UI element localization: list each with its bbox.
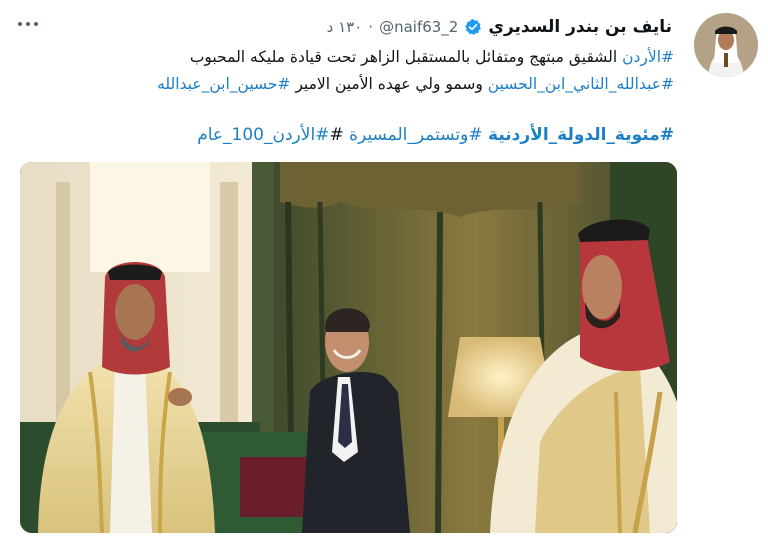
separator-dot: · xyxy=(368,18,374,36)
more-options-icon[interactable] xyxy=(16,14,40,34)
hashtag-centenary[interactable]: #مئوية_الدولة_الأردنية xyxy=(488,125,674,145)
user-handle[interactable]: @naif63_2 xyxy=(379,18,458,36)
tweet-text: الشقيق مبتهج ومتفائل بالمستقبل الزاهر تح… xyxy=(189,48,623,66)
hashtag-hussein[interactable]: #حسين_ابن_عبدالله xyxy=(157,75,290,93)
avatar[interactable] xyxy=(694,13,758,77)
tweet-header: نايف بن بندر السديري @naif63_2 · ١٣٠ د xyxy=(327,14,672,40)
tweet-text: وسمو ولي عهده الأمين الامير xyxy=(290,75,488,93)
verified-badge-icon xyxy=(464,18,482,36)
tweet[interactable]: نايف بن بندر السديري @naif63_2 · ١٣٠ د #… xyxy=(0,0,768,544)
hash-mark: # xyxy=(329,125,344,145)
tweet-photo[interactable] xyxy=(20,162,677,533)
tweet-text-line-3: #مئوية_الدولة_الأردنية #وتستمر_المسيرة #… xyxy=(10,124,674,146)
hashtag-journey[interactable]: #وتستمر_المسيرة xyxy=(349,125,483,145)
display-name[interactable]: نايف بن بندر السديري xyxy=(488,17,672,37)
tweet-text-line-2: #عبدالله_الثاني_ابن_الحسين وسمو ولي عهده… xyxy=(10,73,674,95)
timestamp[interactable]: ١٣٠ د xyxy=(327,18,363,36)
hashtag-abdullah[interactable]: #عبدالله_الثاني_ابن_الحسين xyxy=(488,75,674,93)
hashtag-jordan-100[interactable]: #الأردن_100_عام xyxy=(197,125,329,145)
tweet-text-line-1: #الأردن الشقيق مبتهج ومتفائل بالمستقبل ا… xyxy=(10,46,674,68)
hashtag-jordan[interactable]: #الأردن xyxy=(622,48,674,66)
